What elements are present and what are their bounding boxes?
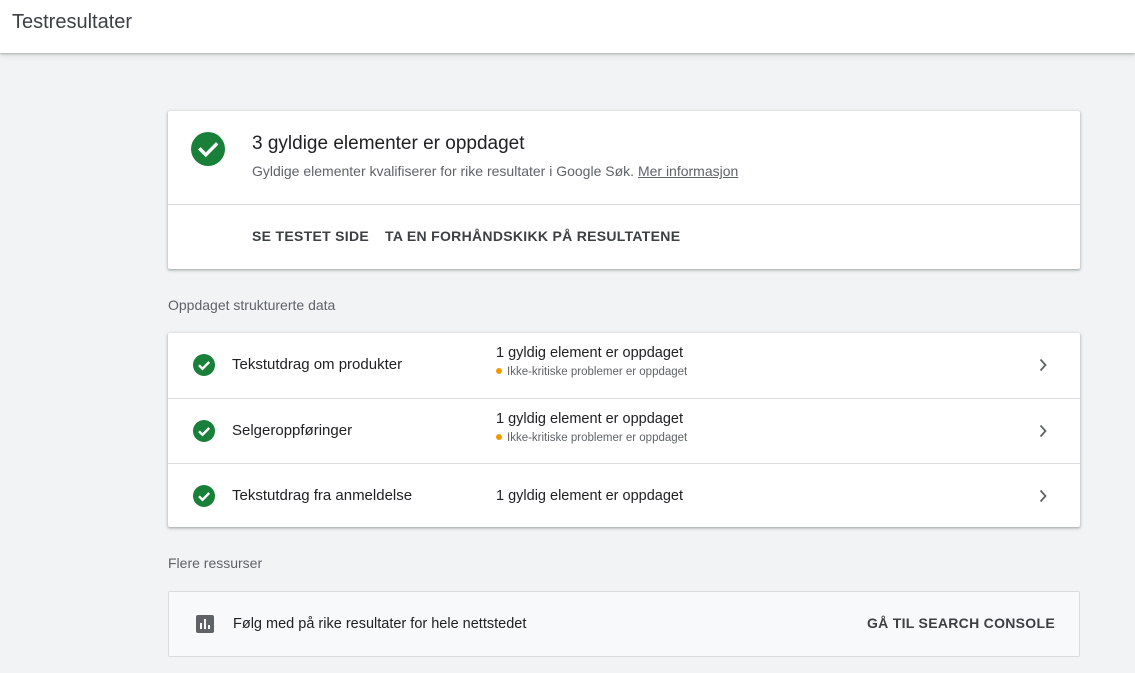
item-status: 1 gyldig element er oppdaget bbox=[496, 411, 684, 427]
check-circle-icon bbox=[193, 420, 215, 442]
item-warning-text: Ikke-kritiske problemer er oppdaget bbox=[507, 432, 688, 444]
view-tested-page-button[interactable]: SE TESTET SIDE bbox=[252, 228, 369, 244]
summary-card: 3 gyldige elementer er oppdaget Gyldige … bbox=[168, 111, 1080, 269]
chevron-right-icon bbox=[1039, 358, 1047, 372]
summary-title: 3 gyldige elementer er oppdaget bbox=[252, 133, 525, 154]
item-warning: Ikke-kritiske problemer er oppdaget bbox=[496, 366, 687, 378]
resources-section-label: Flere ressurser bbox=[168, 555, 263, 571]
item-name: Tekstutdrag om produkter bbox=[232, 356, 403, 373]
summary-description-text: Gyldige elementer kvalifiserer for rike … bbox=[252, 163, 635, 179]
item-status: 1 gyldig element er oppdaget bbox=[496, 345, 684, 361]
item-status: 1 gyldig element er oppdaget bbox=[496, 488, 684, 504]
warning-dot-icon bbox=[496, 368, 502, 374]
check-circle-icon bbox=[193, 485, 215, 507]
chevron-right-icon bbox=[1039, 489, 1047, 503]
detected-items-list: Tekstutdrag om produkter 1 gyldig elemen… bbox=[168, 333, 1080, 527]
bar-chart-icon bbox=[196, 615, 214, 633]
go-to-search-console-button[interactable]: GÅ TIL SEARCH CONSOLE bbox=[867, 615, 1055, 631]
chevron-right-icon bbox=[1039, 424, 1047, 438]
item-warning-text: Ikke-kritiske problemer er oppdaget bbox=[507, 366, 688, 378]
preview-results-button[interactable]: TA EN FORHÅNDSKIKK PÅ RESULTATENE bbox=[385, 228, 680, 244]
list-item-review-snippets[interactable]: Tekstutdrag fra anmeldelse 1 gyldig elem… bbox=[168, 463, 1080, 527]
resource-text: Følg med på rike resultater for hele net… bbox=[233, 616, 527, 632]
list-item-product-snippets[interactable]: Tekstutdrag om produkter 1 gyldig elemen… bbox=[168, 333, 1080, 398]
item-warning: Ikke-kritiske problemer er oppdaget bbox=[496, 432, 687, 444]
check-circle-icon bbox=[193, 354, 215, 376]
resource-card: Følg med på rike resultater for hele net… bbox=[168, 591, 1080, 657]
list-item-merchant-listings[interactable]: Selgeroppføringer 1 gyldig element er op… bbox=[168, 398, 1080, 463]
learn-more-link[interactable]: Mer informasjon bbox=[638, 163, 738, 179]
item-name: Selgeroppføringer bbox=[232, 422, 353, 439]
divider bbox=[168, 204, 1080, 205]
summary-description: Gyldige elementer kvalifiserer for rike … bbox=[252, 163, 738, 179]
top-app-bar: Testresultater bbox=[0, 0, 1135, 53]
warning-dot-icon bbox=[496, 434, 502, 440]
check-circle-icon bbox=[191, 132, 225, 166]
page-title: Testresultater bbox=[12, 11, 133, 33]
detected-section-label: Oppdaget strukturerte data bbox=[168, 297, 336, 313]
item-name: Tekstutdrag fra anmeldelse bbox=[232, 487, 413, 504]
